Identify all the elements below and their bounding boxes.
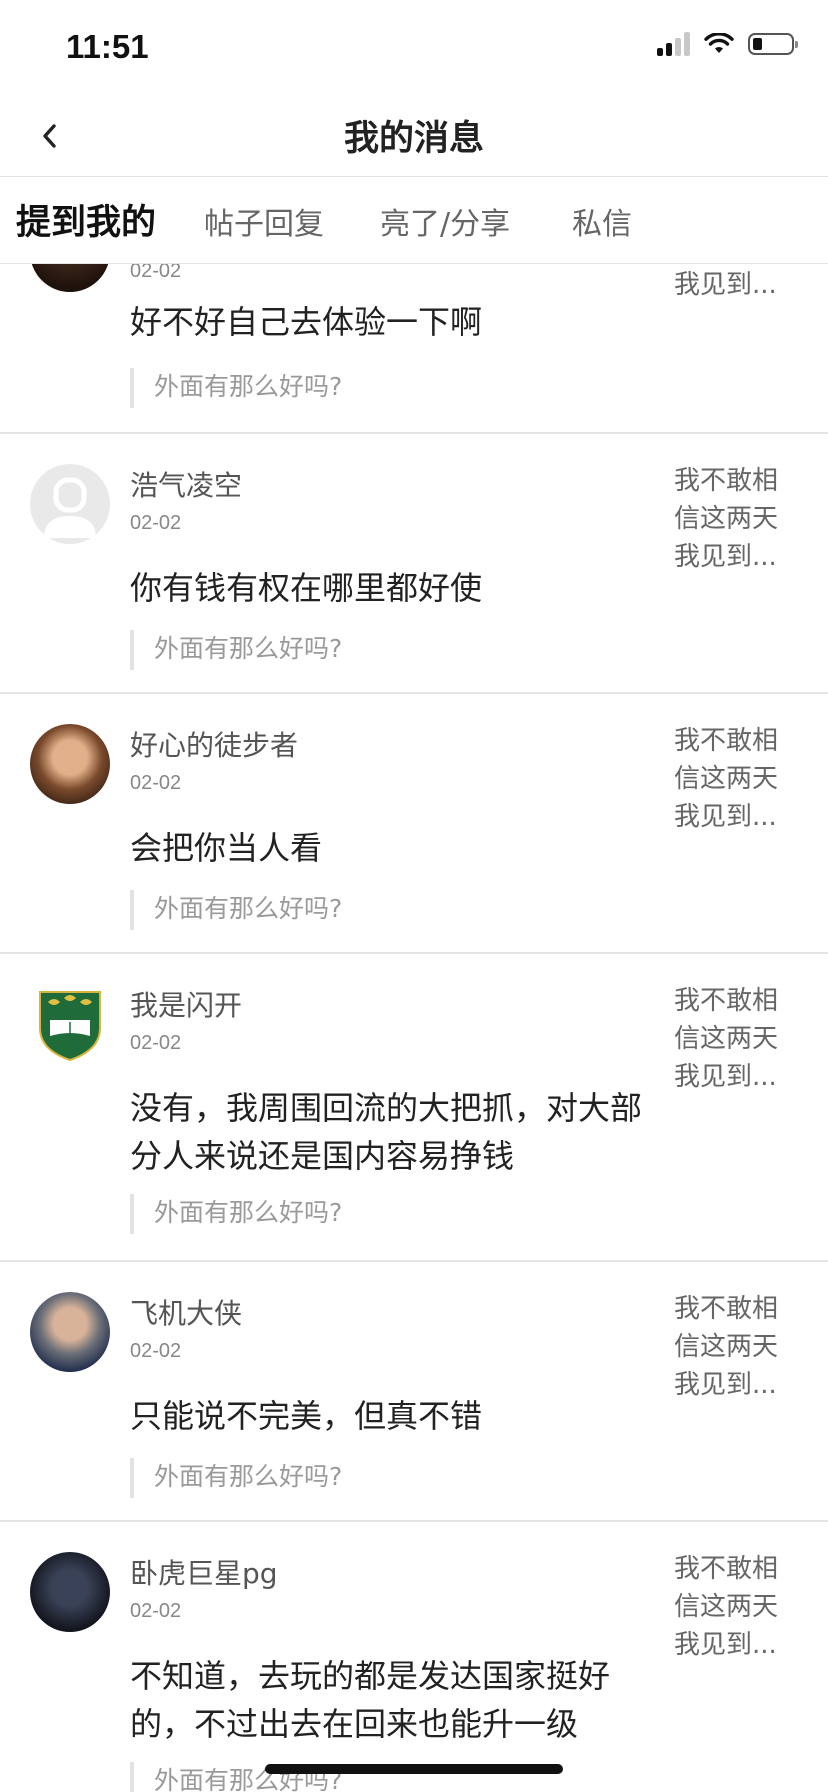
quoted-post[interactable]: 外面有那么好吗?	[130, 1194, 342, 1234]
quoted-post[interactable]: 外面有那么好吗?	[130, 630, 342, 670]
shield-icon	[39, 991, 101, 1062]
portrait-avatar[interactable]	[30, 724, 110, 804]
message-date: 02-02	[130, 1032, 182, 1054]
author-name[interactable]: 浩气凌空	[130, 464, 242, 504]
status-bar: 11:51	[0, 0, 828, 96]
navigation-bar: 我的消息	[0, 96, 828, 177]
message-content[interactable]: 你有钱有权在哪里都好使	[130, 564, 650, 612]
shield-crest-avatar[interactable]	[30, 984, 110, 1064]
message-item[interactable]: 卧虎巨星pg 02-02 不知道，去玩的都是发达国家挺好的，不过出去在回来也能升…	[0, 1522, 828, 1792]
message-content[interactable]: 会把你当人看	[130, 824, 650, 872]
batman-avatar[interactable]	[30, 1552, 110, 1632]
message-item[interactable]: 我是闪开 02-02 没有，我周围回流的大把抓，对大部分人来说还是国内容易挣钱 …	[0, 954, 828, 1262]
man-portrait-avatar[interactable]	[30, 1292, 110, 1372]
message-content[interactable]: 只能说不完美，但真不错	[130, 1392, 650, 1440]
message-date: 02-02	[130, 1600, 182, 1622]
post-excerpt[interactable]: 我不敢相信这两天我见到...	[674, 462, 784, 576]
tab-post-replies[interactable]: 帖子回复	[204, 199, 324, 243]
quoted-post[interactable]: 外面有那么好吗?	[130, 890, 342, 930]
quoted-post[interactable]: 外面有那么好吗?	[130, 1458, 342, 1498]
quoted-post[interactable]: 外面有那么好吗?	[130, 368, 342, 408]
message-item[interactable]: 浩气凌空 02-02 你有钱有权在哪里都好使 外面有那么好吗? 我不敢相信这两天…	[0, 434, 828, 694]
post-excerpt[interactable]: 我不敢相信这两天我见到...	[674, 1290, 784, 1404]
post-excerpt[interactable]: 我不敢相信这两天我见到...	[674, 982, 784, 1096]
message-date: 02-02	[130, 772, 182, 794]
status-time: 11:51	[66, 28, 149, 65]
message-item[interactable]: 02-02 好不好自己去体验一下啊 外面有那么好吗? 我不敢相信这两天我见到..…	[0, 264, 828, 434]
message-item[interactable]: 飞机大侠 02-02 只能说不完美，但真不错 外面有那么好吗? 我不敢相信这两天…	[0, 1262, 828, 1522]
tab-private-messages[interactable]: 私信	[572, 199, 632, 243]
home-indicator[interactable]	[265, 1764, 563, 1774]
author-name[interactable]: 卧虎巨星pg	[130, 1552, 278, 1592]
post-excerpt[interactable]: 我不敢相信这两天我见到...	[674, 722, 784, 836]
wifi-icon	[704, 33, 734, 53]
battery-icon	[748, 33, 798, 55]
default-user-avatar[interactable]	[30, 464, 110, 544]
tab-mentions[interactable]: 提到我的	[16, 194, 156, 245]
cellular-signal-icon	[657, 32, 690, 56]
tab-likes-shares[interactable]: 亮了/分享	[380, 199, 510, 243]
post-excerpt[interactable]: 我不敢相信这两天我见到...	[674, 264, 784, 304]
post-excerpt[interactable]: 我不敢相信这两天我见到...	[674, 1550, 784, 1664]
status-icons	[657, 32, 798, 56]
message-date: 02-02	[130, 1340, 182, 1362]
message-date: 02-02	[130, 512, 182, 534]
message-date: 02-02	[130, 264, 182, 282]
user-silhouette-icon	[44, 477, 96, 538]
message-feed: 02-02 好不好自己去体验一下啊 外面有那么好吗? 我不敢相信这两天我见到..…	[0, 264, 828, 1792]
author-name[interactable]: 我是闪开	[130, 984, 242, 1024]
message-item[interactable]: 好心的徒步者 02-02 会把你当人看 外面有那么好吗? 我不敢相信这两天我见到…	[0, 694, 828, 954]
message-content[interactable]: 没有，我周围回流的大把抓，对大部分人来说还是国内容易挣钱	[130, 1084, 650, 1180]
message-content[interactable]: 好不好自己去体验一下啊	[130, 298, 650, 346]
message-list[interactable]: 02-02 好不好自己去体验一下啊 外面有那么好吗? 我不敢相信这两天我见到..…	[0, 264, 828, 1792]
page-title: 我的消息	[343, 119, 484, 159]
dark-photo-avatar[interactable]	[30, 264, 110, 292]
tab-bar: 提到我的 帖子回复 亮了/分享 私信	[0, 177, 828, 264]
message-content[interactable]: 不知道，去玩的都是发达国家挺好的，不过出去在回来也能升一级	[130, 1652, 650, 1748]
author-name[interactable]: 飞机大侠	[130, 1292, 242, 1332]
author-name[interactable]: 好心的徒步者	[130, 724, 298, 764]
